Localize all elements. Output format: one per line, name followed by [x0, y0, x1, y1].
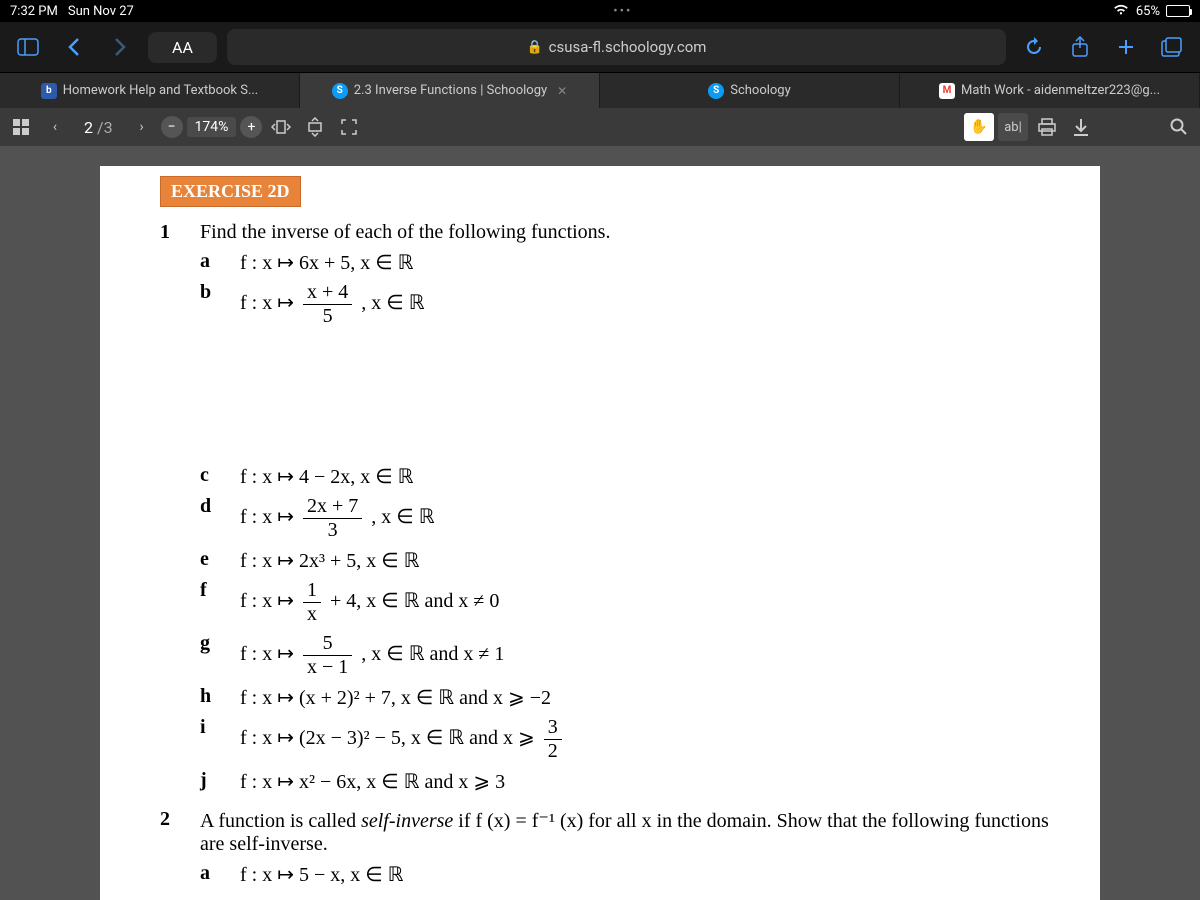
status-time: 7:32 PM — [10, 4, 58, 19]
question-prompt: A function is called self-inverse if f (… — [200, 808, 1070, 856]
print-button[interactable] — [1032, 113, 1062, 141]
pdf-page: EXERCISE 2D 1 Find the inverse of each o… — [100, 166, 1100, 900]
status-date: Sun Nov 27 — [68, 4, 134, 19]
tab-gmail[interactable]: M Math Work - aidenmeltzer223@g... — [900, 73, 1200, 108]
bartleby-favicon: b — [41, 83, 57, 99]
item-c: c f : x ↦ 4 − 2x, x ∈ ℝ — [200, 464, 1070, 489]
item-b: b f : x ↦ x + 45 , x ∈ ℝ — [200, 281, 1070, 328]
tab-label: Schoology — [730, 83, 791, 98]
more-dots-icon: ••• — [613, 4, 632, 19]
pdf-toolbar: ‹ 2 /3 › − 174% + ✋ ab| — [0, 108, 1200, 146]
sidebar-toggle-icon[interactable] — [10, 29, 46, 65]
fullscreen-button[interactable] — [334, 113, 364, 141]
question-prompt: Find the inverse of each of the followin… — [200, 221, 1070, 244]
share-button[interactable] — [1062, 29, 1098, 65]
question-1: 1 Find the inverse of each of the follow… — [160, 221, 1070, 794]
tabs-button[interactable] — [1154, 29, 1190, 65]
lock-icon: 🔒 — [526, 40, 542, 55]
tab-inverse-functions[interactable]: S 2.3 Inverse Functions | Schoology ✕ — [300, 73, 600, 108]
url-bar[interactable]: 🔒 csusa-fl.schoology.com — [227, 29, 1006, 65]
close-icon[interactable]: ✕ — [557, 84, 567, 98]
item-d: d f : x ↦ 2x + 73 , x ∈ ℝ — [200, 495, 1070, 542]
question-number: 2 — [160, 808, 180, 887]
item-f: f f : x ↦ 1x + 4, x ∈ ℝ and x ≠ 0 — [200, 579, 1070, 626]
battery-icon — [1166, 5, 1190, 17]
zoom-out-button[interactable]: − — [161, 116, 183, 138]
exercise-header: EXERCISE 2D — [160, 176, 301, 207]
browser-nav-bar: AA 🔒 csusa-fl.schoology.com — [0, 22, 1200, 72]
reload-button[interactable] — [1016, 29, 1052, 65]
question-number: 1 — [160, 221, 180, 794]
current-page: 2 — [84, 118, 93, 137]
text-select-button[interactable]: ab| — [998, 113, 1028, 141]
ios-status-bar: 7:32 PM Sun Nov 27 ••• 65% — [0, 0, 1200, 22]
url-text: csusa-fl.schoology.com — [549, 38, 707, 56]
page-total: /3 — [97, 118, 113, 137]
tab-bar: b Homework Help and Textbook S... S 2.3 … — [0, 72, 1200, 108]
tab-label: Math Work - aidenmeltzer223@g... — [961, 83, 1160, 98]
item-a: a f : x ↦ 6x + 5, x ∈ ℝ — [200, 250, 1070, 275]
tab-label: Homework Help and Textbook S... — [63, 83, 258, 98]
tab-label: 2.3 Inverse Functions | Schoology — [354, 83, 547, 98]
next-page-button[interactable]: › — [127, 113, 157, 141]
wifi-icon — [1112, 3, 1130, 19]
back-button[interactable] — [56, 29, 92, 65]
item-e: e f : x ↦ 2x³ + 5, x ∈ ℝ — [200, 548, 1070, 573]
new-tab-button[interactable] — [1108, 29, 1144, 65]
fit-width-button[interactable] — [266, 113, 296, 141]
forward-button[interactable] — [102, 29, 138, 65]
zoom-level: 174% — [187, 117, 237, 137]
thumbnails-button[interactable] — [6, 113, 36, 141]
page-indicator: 2 /3 — [74, 118, 123, 137]
hand-tool-button[interactable]: ✋ — [964, 113, 994, 141]
battery-percent: 65% — [1136, 4, 1160, 19]
item-a: a f : x ↦ 5 − x, x ∈ ℝ — [200, 862, 1070, 887]
aa-label: AA — [172, 38, 193, 57]
pdf-viewport[interactable]: EXERCISE 2D 1 Find the inverse of each o… — [0, 146, 1200, 900]
schoology-favicon: S — [332, 83, 348, 99]
item-j: j f : x ↦ x² − 6x, x ∈ ℝ and x ⩾ 3 — [200, 769, 1070, 794]
question-2: 2 A function is called self-inverse if f… — [160, 808, 1070, 887]
download-button[interactable] — [1066, 113, 1096, 141]
tab-homework-help[interactable]: b Homework Help and Textbook S... — [0, 73, 300, 108]
zoom-in-button[interactable]: + — [240, 116, 262, 138]
text-size-button[interactable]: AA — [148, 32, 217, 63]
tab-schoology[interactable]: S Schoology — [600, 73, 900, 108]
item-i: i f : x ↦ (2x − 3)² − 5, x ∈ ℝ and x ⩾ 3… — [200, 716, 1070, 763]
schoology-favicon: S — [708, 83, 724, 99]
prev-page-button[interactable]: ‹ — [40, 113, 70, 141]
item-h: h f : x ↦ (x + 2)² + 7, x ∈ ℝ and x ⩾ −2 — [200, 685, 1070, 710]
item-g: g f : x ↦ 5x − 1 , x ∈ ℝ and x ≠ 1 — [200, 632, 1070, 679]
gmail-favicon: M — [939, 83, 955, 99]
search-button[interactable] — [1164, 113, 1194, 141]
fit-height-button[interactable] — [300, 113, 330, 141]
